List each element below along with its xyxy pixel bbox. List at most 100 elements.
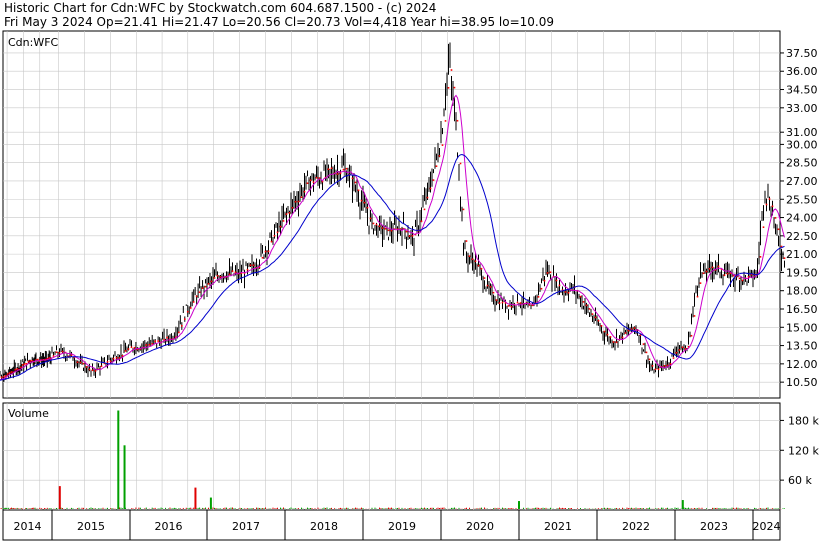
short-ma-dot: [666, 364, 669, 367]
short-ma-dot: [309, 179, 312, 182]
price-tick-label: 21.00: [786, 248, 818, 261]
short-ma-dot: [669, 363, 672, 365]
symbol-label: Cdn:WFC: [8, 36, 59, 49]
short-ma-dot: [106, 361, 109, 363]
short-ma-dot: [201, 287, 204, 290]
short-ma-dot: [675, 351, 678, 354]
short-ma-dot: [456, 119, 459, 122]
short-ma-dot: [109, 360, 112, 363]
price-tick-label: 33.00: [786, 102, 818, 115]
stock-chart: 10.50 12.00 13.50 15.00 16.50 18.00 19.50 21.00…: [0, 30, 819, 541]
price-tick-label: 19.50: [786, 266, 818, 279]
short-ma-dot: [678, 349, 681, 351]
short-ma-dot: [717, 265, 720, 268]
short-ma-dot: [6, 373, 9, 375]
price-tick-label: 10.50: [786, 376, 818, 389]
short-ma-dot: [672, 357, 675, 359]
short-ma-dot: [85, 366, 88, 368]
short-ma-dot: [213, 277, 216, 279]
short-ma-dot: [231, 270, 234, 272]
short-ma-dot: [609, 336, 612, 338]
short-ma-dot: [354, 181, 357, 184]
short-ma-dot: [157, 340, 159, 342]
short-ma-dot: [390, 229, 393, 232]
short-ma-dot: [357, 189, 360, 192]
volume-tick-label: 60 k: [788, 474, 812, 487]
short-ma-dot: [546, 272, 549, 274]
short-ma-dot: [166, 336, 168, 339]
year-tick-label: 2020: [466, 520, 494, 533]
short-ma-dot: [540, 287, 543, 290]
short-ma-dot: [94, 370, 97, 372]
short-ma-dot: [726, 272, 729, 275]
short-ma-dot: [759, 256, 762, 258]
price-tick-label: 30.00: [786, 138, 818, 151]
short-ma-dot: [423, 208, 426, 211]
short-ma-dot: [112, 357, 115, 360]
short-ma-dot: [648, 358, 651, 361]
short-ma-dot: [76, 361, 79, 364]
short-ma-dot: [450, 69, 453, 71]
short-ma-dot: [480, 267, 483, 270]
short-ma-dot: [705, 270, 708, 273]
short-ma-dot: [774, 217, 777, 219]
short-ma-dot: [375, 223, 378, 226]
short-ma-dot: [288, 212, 291, 214]
year-tick-label: 2018: [310, 520, 338, 533]
short-ma-dot: [82, 362, 85, 365]
short-ma-dot: [276, 231, 279, 234]
short-ma-dot: [285, 213, 288, 215]
short-ma-dot: [585, 304, 588, 307]
short-ma-dot: [567, 291, 570, 294]
short-ma-dot: [633, 327, 636, 329]
short-ma-dot: [234, 271, 237, 274]
short-ma-dot: [477, 264, 480, 267]
price-tick-label: 12.00: [786, 358, 818, 371]
short-ma-dot: [273, 234, 276, 237]
short-ma-dot: [627, 329, 630, 332]
short-ma-dot: [444, 120, 447, 122]
short-ma-dot: [684, 347, 687, 350]
year-tick-label: 2022: [622, 520, 650, 533]
price-tick-label: 24.00: [786, 212, 818, 225]
short-ma-dot: [519, 302, 522, 304]
short-ma-dot: [411, 235, 414, 237]
short-ma-dot: [783, 257, 786, 259]
price-panel-frame: [2, 30, 781, 399]
short-ma-dot: [465, 240, 468, 242]
short-ma-dot: [549, 271, 552, 274]
short-ma-dot: [483, 277, 486, 279]
short-ma-dot: [318, 177, 321, 179]
price-tick-label: 34.50: [786, 84, 818, 97]
short-ma-dot: [642, 343, 645, 345]
short-ma-dot: [29, 360, 32, 362]
short-ma-dot: [765, 203, 768, 206]
price-tick-label: 27.00: [786, 175, 818, 188]
price-tick-label: 22.50: [786, 230, 818, 243]
short-ma-dot: [696, 295, 699, 298]
short-ma-dot: [207, 283, 210, 285]
short-ma-dot: [130, 346, 133, 349]
short-ma-dot: [711, 266, 714, 269]
short-ma-dot: [210, 280, 213, 283]
short-ma-dot: [20, 366, 22, 368]
short-ma-dot: [216, 274, 219, 277]
short-ma-dot: [681, 346, 684, 349]
short-ma-dot: [582, 301, 585, 303]
short-ma-dot: [154, 340, 156, 343]
short-ma-dot: [336, 173, 339, 175]
volume-tick-label: 120 k: [788, 444, 819, 457]
short-ma-dot: [579, 295, 582, 298]
short-ma-dot: [771, 205, 774, 208]
volume-tick-label: 180 k: [788, 414, 819, 427]
short-ma-dot: [468, 255, 471, 257]
price-tick-label: 18.00: [786, 285, 818, 298]
short-ma-dot: [91, 369, 94, 372]
short-ma-dot: [495, 299, 498, 301]
short-ma-dot: [438, 155, 441, 157]
short-ma-dot: [372, 222, 375, 225]
short-ma-dot: [306, 182, 309, 185]
short-ma-dot: [261, 256, 264, 259]
short-ma-dot: [327, 168, 330, 170]
short-ma-dot: [690, 334, 693, 337]
